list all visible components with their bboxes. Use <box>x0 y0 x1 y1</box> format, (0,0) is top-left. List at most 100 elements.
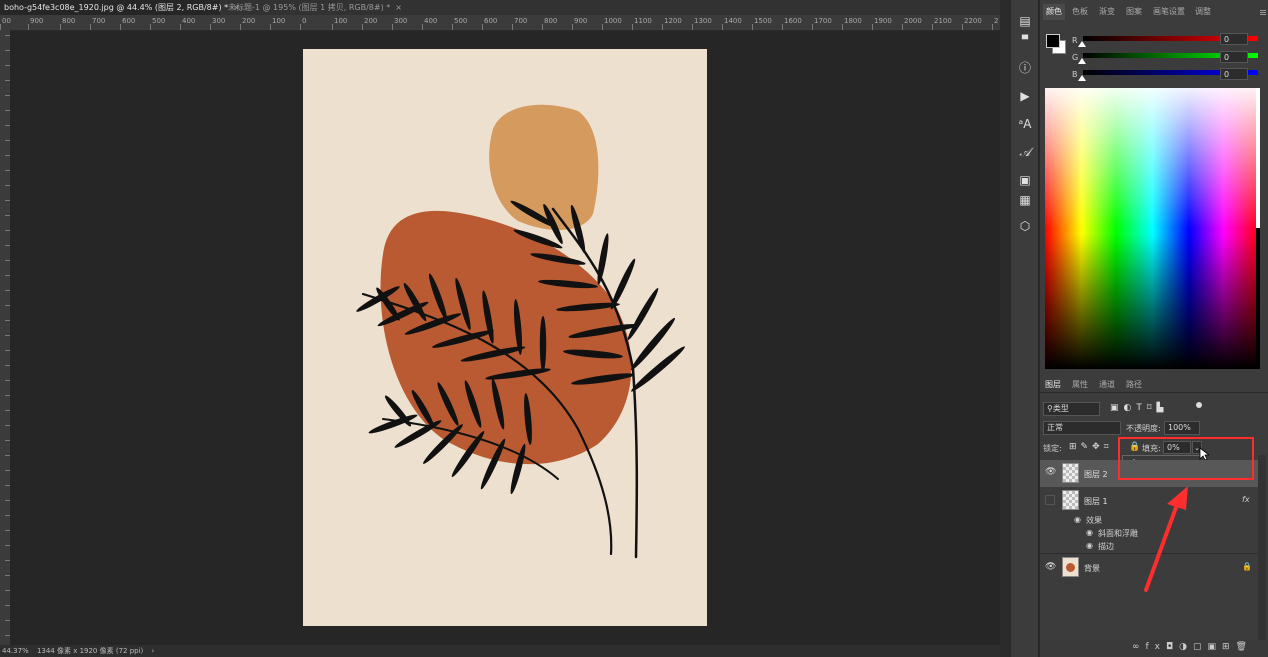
ruler-tick <box>5 500 10 501</box>
ruler-tick <box>5 440 10 441</box>
ruler-label: 600 <box>484 17 498 25</box>
adjust-icon[interactable]: ▣ <box>1017 172 1033 188</box>
effect-eye-icon[interactable]: ◉ <box>1086 541 1093 550</box>
brush-presets-icon[interactable]: ▀ <box>1017 36 1033 44</box>
notes-icon[interactable]: ▦ <box>1017 192 1033 208</box>
layer-thumbnail <box>1062 490 1079 510</box>
effect-eye-icon[interactable]: ◉ <box>1086 528 1093 537</box>
tab-label: boho-g54fe3c08e_1920.jpg @ 44.4% (图层 2, … <box>4 3 229 12</box>
layer-name[interactable]: 图层 2 <box>1084 469 1108 480</box>
ruler-label: 1000 <box>604 17 622 25</box>
vertical-ruler[interactable] <box>0 30 10 645</box>
ruler-label: 2000 <box>904 17 922 25</box>
boho-artwork <box>356 104 685 559</box>
color-spectrum-picker[interactable] <box>1045 88 1260 369</box>
tab-color[interactable]: 颜色 <box>1043 4 1065 20</box>
layers-3d-icon[interactable]: ▤ <box>1017 13 1033 29</box>
document-canvas[interactable] <box>303 49 707 626</box>
blend-mode-dropdown[interactable]: 正常 <box>1043 421 1121 435</box>
ruler-tick <box>5 530 10 531</box>
ruler-tick <box>572 24 573 30</box>
tab-brush-settings[interactable]: 画笔设置 <box>1153 4 1185 20</box>
b-value-field[interactable]: 0 <box>1220 68 1248 80</box>
eye-icon[interactable]: 👁 <box>1045 562 1056 572</box>
spectrum-black-strip <box>1256 228 1260 369</box>
effect-bevel-emboss[interactable]: 斜面和浮雕 <box>1098 528 1138 539</box>
document-tab-untitled[interactable]: 未标题-1 @ 195% (图层 1 拷贝, RGB/8#) * × <box>224 0 402 15</box>
effects-eye-icon[interactable]: ◉ <box>1074 515 1081 524</box>
visibility-toggle-off[interactable] <box>1045 495 1055 505</box>
eye-icon[interactable]: 👁 <box>1045 467 1056 477</box>
zoom-level[interactable]: 44.37% <box>2 647 29 655</box>
cube-icon[interactable]: ⬡ <box>1017 218 1033 234</box>
ruler-tick <box>180 24 181 30</box>
tab-properties[interactable]: 属性 <box>1072 379 1088 390</box>
ruler-label: 600 <box>122 17 136 25</box>
play-icon[interactable]: ▶ <box>1017 88 1033 104</box>
ruler-tick <box>5 215 10 216</box>
panel-dock-gutter <box>1000 0 1010 657</box>
paragraph-icon[interactable]: 𝒜 <box>1017 144 1033 160</box>
ruler-tick <box>5 305 10 306</box>
layer-footer-icons[interactable]: ∞fx◘◑▢▣⊞🗑 <box>1132 642 1253 652</box>
ruler-tick <box>422 24 423 30</box>
document-tab-boho[interactable]: boho-g54fe3c08e_1920.jpg @ 44.4% (图层 2, … <box>0 0 240 15</box>
ruler-label: 2200 <box>964 17 982 25</box>
ruler-label: 1400 <box>724 17 742 25</box>
layer-name[interactable]: 图层 1 <box>1084 496 1108 507</box>
tab-patterns[interactable]: 图案 <box>1126 4 1142 20</box>
ruler-tick <box>692 24 693 30</box>
foreground-color-swatch[interactable] <box>1046 34 1060 48</box>
b-slider-thumb[interactable] <box>1078 75 1086 81</box>
filter-toggle-icon[interactable] <box>1196 402 1202 408</box>
ruler-label: 500 <box>454 17 468 25</box>
annotation-arrow <box>1144 486 1188 592</box>
highlight-box <box>1118 437 1254 480</box>
layer-filter-icons[interactable]: ▣◐T⌑▙ <box>1110 403 1168 413</box>
r-value-field[interactable]: 0 <box>1220 33 1248 45</box>
character-icon[interactable]: ᵃA <box>1017 116 1033 132</box>
effects-label: 效果 <box>1086 516 1102 525</box>
ruler-tick <box>812 24 813 30</box>
ruler-tick <box>5 590 10 591</box>
effect-stroke[interactable]: 描边 <box>1098 541 1114 552</box>
tab-gradients[interactable]: 渐变 <box>1099 4 1115 20</box>
ruler-tick <box>5 80 10 81</box>
info-icon[interactable]: ⓘ <box>1017 60 1033 76</box>
ruler-tick <box>5 485 10 486</box>
ruler-label: 1800 <box>844 17 862 25</box>
layers-scrollbar[interactable] <box>1258 455 1266 645</box>
spectrum-white-strip <box>1256 88 1260 228</box>
tab-layers[interactable]: 图层 <box>1045 379 1061 390</box>
layer-thumbnail <box>1062 463 1079 483</box>
ruler-tick <box>5 560 10 561</box>
ruler-label: 400 <box>182 17 196 25</box>
ruler-label: 800 <box>62 17 76 25</box>
status-menu-arrow[interactable]: › <box>152 647 155 655</box>
opacity-field[interactable]: 100% <box>1164 421 1200 435</box>
ruler-tick <box>5 50 10 51</box>
ruler-label: 100 <box>334 17 348 25</box>
close-icon[interactable]: × <box>395 0 402 15</box>
tab-channels[interactable]: 通道 <box>1099 379 1115 390</box>
panel-separator <box>1040 392 1268 393</box>
r-slider-thumb[interactable] <box>1078 41 1086 47</box>
tab-paths[interactable]: 路径 <box>1126 379 1142 390</box>
g-value-field[interactable]: 0 <box>1220 51 1248 63</box>
horizontal-ruler[interactable]: 00 900 800 700 600 500 400 300 200 100 0 100 200 300 4… <box>0 15 1000 31</box>
ruler-tick <box>782 24 783 30</box>
fx-badge[interactable]: fx <box>1242 495 1250 504</box>
layer-name[interactable]: 背景 <box>1084 563 1100 574</box>
ruler-tick <box>5 230 10 231</box>
layer-filter-dropdown[interactable]: ⚲类型 <box>1043 402 1100 416</box>
lock-icons[interactable]: ⊞✎✥⌗ <box>1069 442 1113 452</box>
panel-menu-icon[interactable] <box>1260 10 1266 11</box>
ruler-tick <box>5 245 10 246</box>
ruler-tick <box>5 470 10 471</box>
ruler-tick <box>240 24 241 30</box>
tab-swatches[interactable]: 色板 <box>1072 4 1088 20</box>
ruler-tick <box>482 24 483 30</box>
g-slider-thumb[interactable] <box>1078 58 1086 64</box>
ruler-tick <box>210 24 211 30</box>
tab-adjustments[interactable]: 调整 <box>1195 4 1211 20</box>
